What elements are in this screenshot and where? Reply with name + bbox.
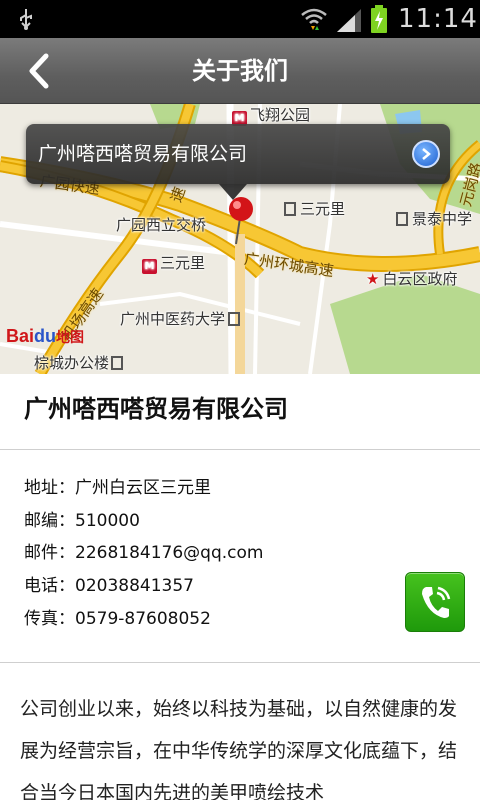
battery-charging-icon bbox=[371, 5, 387, 33]
map-popup-arrow bbox=[219, 184, 247, 200]
school-icon bbox=[396, 212, 408, 226]
contact-phone[interactable]: 电话：02038841357 bbox=[24, 575, 194, 597]
map-label-dingcheng-office: 棕城办公楼 bbox=[34, 352, 127, 373]
building-icon bbox=[284, 202, 296, 216]
metro-icon: M bbox=[142, 259, 157, 274]
contact-address: 地址：广州白云区三元里 bbox=[24, 478, 211, 498]
baidu-map-logo: Baidu地图 bbox=[6, 326, 85, 346]
status-bar: 11:14 bbox=[0, 0, 480, 38]
title-bar: 关于我们 bbox=[0, 38, 480, 104]
map-label-jingtai-school: 景泰中学 bbox=[396, 208, 472, 229]
contact-fax: 传真：0579-87608052 bbox=[24, 609, 211, 629]
map-popup[interactable]: 广州嗒西嗒贸易有限公司 bbox=[26, 124, 450, 184]
contact-email[interactable]: 邮件：2268184176@qq.com bbox=[24, 542, 263, 564]
school-icon bbox=[228, 312, 241, 326]
map-label-guangyuan-interchange: 广园西立交桥 bbox=[116, 216, 207, 234]
star-icon: ★ bbox=[366, 270, 380, 288]
map-label-chinese-medicine-univ: 广州中医药大学 bbox=[120, 308, 244, 329]
status-time: 11:14 bbox=[398, 4, 478, 34]
map-popup-title: 广州嗒西嗒贸易有限公司 bbox=[38, 143, 248, 165]
back-button[interactable] bbox=[16, 48, 62, 94]
phone-icon bbox=[422, 586, 451, 618]
map-pin-icon[interactable] bbox=[226, 196, 256, 246]
map-label-sanyuanli-building: 三元里 bbox=[284, 198, 345, 219]
map-popup-detail-button[interactable] bbox=[412, 140, 440, 168]
call-button[interactable] bbox=[405, 572, 465, 632]
signal-icon bbox=[337, 9, 361, 32]
map-view[interactable]: M 飞翔公园 三元里 景泰中学 广园西立交桥 M 三元里 广州环城高速 ★ 白云区政府… bbox=[0, 104, 480, 374]
building-icon bbox=[111, 356, 124, 370]
company-name: 广州嗒西嗒贸易有限公司 bbox=[24, 395, 288, 423]
chevron-left-icon bbox=[29, 53, 49, 89]
company-description: 公司创业以来，始终以科技为基础，以自然健康的发展为经营宗旨，在中华传统学的深厚文… bbox=[20, 698, 458, 800]
contact-section: 地址：广州白云区三元里 邮编：510000 邮件：2268184176@qq.c… bbox=[0, 451, 480, 663]
company-section: 广州嗒西嗒贸易有限公司 bbox=[0, 374, 480, 450]
wifi-icon bbox=[301, 8, 327, 30]
usb-icon bbox=[20, 9, 32, 30]
contact-postcode: 邮编：510000 bbox=[24, 511, 140, 531]
map-label-baiyun-government: ★ 白云区政府 bbox=[366, 270, 458, 288]
map-label-sanyuanli-metro: M 三元里 bbox=[142, 252, 205, 274]
page-title: 关于我们 bbox=[192, 57, 288, 85]
map-label-feixiang-park: M 飞翔公园 bbox=[232, 104, 310, 126]
chevron-right-circle-icon bbox=[422, 148, 431, 160]
